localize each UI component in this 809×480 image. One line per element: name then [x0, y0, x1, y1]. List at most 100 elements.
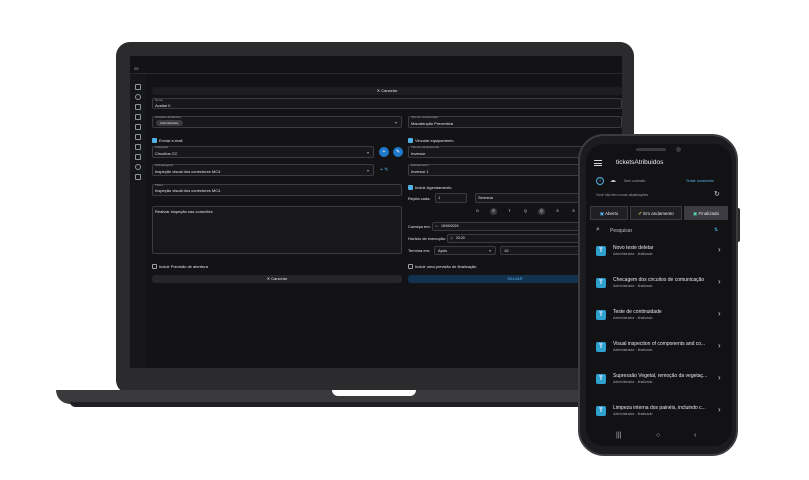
refresh-icon[interactable]: ↻ [714, 190, 720, 198]
ticket-subtitle: Administrador - finalizado [613, 348, 653, 352]
document-icon[interactable] [135, 154, 141, 160]
day-tuesday[interactable]: T [506, 208, 513, 215]
subcategory-label: Subcategoria [155, 163, 173, 167]
edit-category-button[interactable]: ✎ [393, 147, 403, 157]
day-friday[interactable]: S [554, 208, 561, 215]
ticket-item[interactable]: T Teste de continuidade Administrador - … [586, 302, 732, 334]
ticket-subtitle: Administrador - finalizado [613, 252, 653, 256]
calendar-icon[interactable] [135, 174, 141, 180]
day-thursday[interactable]: Q [538, 208, 545, 215]
recents-icon[interactable]: ||| [616, 432, 621, 439]
open-forecast-checkbox[interactable] [152, 264, 157, 269]
ticket-subtitle: Administrador - finalizado [613, 316, 653, 320]
equipment-type-value: Inversor [411, 151, 426, 156]
building-icon[interactable] [135, 104, 141, 110]
close-forecast-checkbox[interactable] [408, 264, 413, 269]
users-label: Usuários atribuídos [155, 115, 181, 119]
tab-aberto-label: Aberto [605, 211, 619, 216]
ticket-item[interactable]: T Visual inspection of components and co… [586, 334, 732, 366]
day-saturday[interactable]: S [570, 208, 577, 215]
search-bar[interactable]: ⌕ Pesquisar ⇅ [586, 226, 732, 238]
start-label: Começa em: [408, 224, 431, 229]
sort-icon[interactable]: ⇅ [714, 227, 718, 233]
title-label: Título [155, 183, 163, 187]
ticket-item[interactable]: T Supressão Vegetal, remoção da vegetaç.… [586, 366, 732, 398]
chevron-right-icon: › [718, 373, 721, 382]
repeat-unit-value: Semana [478, 195, 493, 200]
chevron-right-icon: › [718, 405, 721, 414]
link-equipment-checkbox[interactable] [408, 138, 413, 143]
ticket-title: Visual inspection of components and co..… [613, 341, 706, 347]
users-icon[interactable] [135, 124, 141, 130]
category-value: Circuitos CC [155, 151, 178, 156]
send-email-checkbox[interactable] [152, 138, 157, 143]
chevron-right-icon: › [718, 341, 721, 350]
time-label: Horário de execução: [408, 236, 447, 241]
clock-icon: ◷ [450, 236, 454, 240]
sync-row: i ☁ Sem conexão Tentar novamente [586, 176, 732, 188]
title-value: Inspeção visual dos conectores MC4 [155, 188, 221, 193]
name-field[interactable] [152, 98, 622, 109]
day-wednesday[interactable]: Q [522, 208, 529, 215]
ticket-subtitle: Administrador - finalizado [613, 380, 653, 384]
include-schedule-label: Incluir Agendamento [415, 185, 452, 190]
start-date-value: 15/09/2024 [441, 224, 459, 228]
cloud-off-icon: ☁ [610, 178, 616, 184]
settings-icon[interactable] [135, 164, 141, 170]
add-category-button[interactable]: + [379, 147, 389, 157]
menu-icon[interactable] [594, 160, 602, 166]
repeat-value: 1 [438, 195, 441, 200]
ticket-icon: T [596, 246, 606, 256]
day-monday[interactable]: S [490, 208, 497, 215]
ticket-item[interactable]: T Limpeza interna dos painéis, incluindo… [586, 398, 732, 430]
tower-icon[interactable] [135, 134, 141, 140]
ticket-icon: T [596, 374, 606, 384]
day-sunday[interactable]: D [474, 208, 481, 215]
time-value: 20:20 [456, 236, 465, 240]
ends-count-value: 10 [504, 248, 509, 253]
tab-aberto[interactable]: ▣ Aberto [590, 206, 628, 220]
home-icon[interactable]: ○ [656, 432, 660, 439]
tab-em-andamento[interactable]: ✐ Em andamento [630, 206, 682, 220]
screen-icon[interactable] [135, 144, 141, 150]
open-forecast-label: Incluir Previsão de abertura [159, 264, 208, 269]
sidebar [130, 74, 146, 368]
add-subcategory-button[interactable]: + ✎ [380, 167, 389, 173]
topbar: 05 [130, 65, 622, 74]
chevron-down-icon[interactable]: ▾ [395, 120, 397, 125]
chevron-down-icon[interactable]: ▾ [367, 150, 369, 155]
send-email-label: Enviar e-mail [159, 138, 183, 143]
tab-finalizado[interactable]: ▣ Finalizado [684, 206, 728, 220]
cancel-button[interactable]: ✕ Cancelar [152, 275, 402, 283]
clipboard-icon[interactable] [135, 114, 141, 120]
retry-link[interactable]: Tentar novamente [686, 179, 714, 183]
maintenance-type-value: Manutenção Preventiva [411, 121, 454, 126]
location-icon[interactable] [135, 94, 141, 100]
calendar-icon: ▭ [435, 224, 439, 228]
ticket-item[interactable]: T Checagem dos circuitos de comunicação … [586, 270, 732, 302]
back-icon[interactable]: ‹ [694, 432, 696, 439]
search-placeholder: Pesquisar [610, 228, 633, 234]
phone-speaker [636, 148, 666, 151]
dashboard-icon[interactable] [135, 84, 141, 90]
category-field[interactable] [152, 146, 374, 158]
repeat-label: Repita cada: [408, 196, 431, 201]
tab-em-andamento-label: Em andamento [643, 211, 674, 216]
user-chip[interactable]: Administrador [156, 120, 183, 126]
ends-value: Após [438, 248, 448, 253]
ticket-form: Nome Avaliar II Usuários atribuídos Admi… [152, 78, 622, 308]
chevron-down-icon[interactable]: ▾ [367, 168, 369, 173]
equipment-label: Equipamento [411, 163, 429, 167]
include-schedule-checkbox[interactable] [408, 185, 413, 190]
subcategory-value: Inspeção visual dos conectores MC4 [155, 169, 221, 174]
ticket-subtitle: Administrador - finalizado [613, 284, 653, 288]
info-row: Você não tem novas atualizações ↻ [586, 190, 732, 202]
chevron-down-icon[interactable]: ▾ [489, 248, 491, 253]
ticket-title: Teste de continuidade [613, 309, 662, 315]
sync-text: Sem conexão [624, 179, 646, 183]
ticket-item[interactable]: T Novo teste deletar Administrador - fin… [586, 238, 732, 270]
device-mockup: 05 ✕ Cancelar Nome Avaliar II Usuários a… [0, 0, 809, 480]
phone-title: ticketsAtribuidos [616, 159, 664, 166]
users-field[interactable] [152, 116, 402, 128]
phone-appbar: ticketsAtribuidos [586, 154, 732, 172]
